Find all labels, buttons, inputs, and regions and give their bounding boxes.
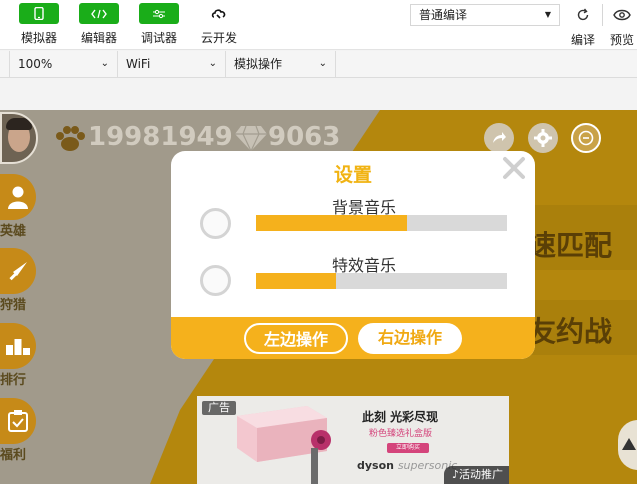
simulate-action-select[interactable]: 模拟操作 ⌄ — [226, 51, 336, 77]
simulator-options-bar: 100% ⌄ WiFi ⌄ 模拟操作 ⌄ — [0, 51, 637, 78]
sfx-slider[interactable] — [256, 273, 507, 289]
chat-bubble-icon — [578, 130, 594, 146]
sidebar-item-welfare[interactable]: 福利 — [0, 398, 36, 463]
friend-battle-text[interactable]: 友约战 — [528, 310, 612, 350]
paw-coin-icon — [56, 126, 85, 151]
chat-button[interactable] — [571, 123, 601, 153]
sidebar-label: 排行 — [0, 373, 27, 388]
bgm-toggle[interactable] — [200, 208, 231, 239]
cloud-icon — [199, 3, 239, 24]
zoom-value: 100% — [18, 57, 53, 71]
ad-brand: dyson supersonic — [357, 459, 457, 472]
preview-button[interactable]: 预览 — [604, 4, 637, 48]
refresh-icon — [565, 4, 601, 26]
compile-mode-select[interactable]: 普通编译 ▼ — [410, 4, 560, 26]
sidebar-item-heroes[interactable]: 英雄 — [0, 174, 36, 239]
zoom-select[interactable]: 100% ⌄ — [10, 51, 118, 77]
left-control-button[interactable]: 左边操作 — [244, 323, 348, 354]
coin-count: 19981949 — [88, 122, 233, 152]
sidebar-item-hunting[interactable]: 狩猎 — [0, 248, 36, 313]
close-icon[interactable] — [501, 155, 527, 181]
simulator-button[interactable]: 模拟器 — [16, 3, 62, 46]
ad-cta-button[interactable]: 立即购买 — [387, 443, 429, 453]
sfx-toggle[interactable] — [200, 265, 231, 296]
simulate-action-value: 模拟操作 — [234, 57, 283, 71]
music-note-icon: ♪ — [451, 468, 459, 481]
sfx-slider-fill — [256, 273, 337, 289]
cloud-dev-label: 云开发 — [200, 31, 237, 45]
editor-button[interactable]: 编辑器 — [76, 3, 122, 46]
ide-toolbar: 模拟器 编辑器 调试器 云开发 普通编译 ▼ 编译 预览 — [0, 0, 637, 50]
podium-icon — [0, 323, 36, 369]
sidebar-label: 狩猎 — [0, 298, 27, 313]
person-icon — [0, 174, 36, 220]
caret-down-icon: ▼ — [544, 10, 551, 19]
sidebar-item-ranking[interactable]: 排行 — [0, 323, 36, 388]
ad-banner[interactable]: 广告 此刻 光彩尽现 粉色臻选礼盒版 立即购买 dyson supersonic… — [197, 396, 509, 484]
share-icon — [493, 132, 506, 143]
ad-headline: 此刻 光彩尽现 — [362, 410, 439, 424]
options-spacer — [0, 51, 10, 77]
network-select[interactable]: WiFi ⌄ — [118, 51, 226, 77]
ad-subline: 粉色臻选礼盒版 — [369, 429, 433, 439]
debugger-label: 调试器 — [140, 31, 177, 45]
chevron-down-icon: ⌄ — [318, 58, 327, 69]
diamond-icon — [235, 125, 267, 152]
cloud-dev-button[interactable]: 云开发 — [196, 3, 242, 46]
settings-dialog: 设置 背景音乐 特效音乐 左边操作 右边操作 — [171, 151, 535, 359]
sliders-icon — [139, 3, 179, 24]
preview-label: 预览 — [609, 33, 634, 47]
debugger-button[interactable]: 调试器 — [136, 3, 182, 46]
chevron-down-icon: ⌄ — [208, 58, 217, 69]
ad-brand-name: dyson — [357, 459, 394, 472]
ad-promo-label[interactable]: ♪活动推广 — [443, 466, 509, 484]
diamond-count: 9063 — [268, 122, 341, 152]
dagger-icon — [0, 248, 36, 294]
quick-match-text[interactable]: 速匹配 — [528, 224, 612, 264]
dialog-title: 设置 — [333, 164, 372, 186]
gear-icon — [534, 129, 552, 147]
compile-button[interactable]: 编译 — [565, 4, 601, 48]
bgm-slider[interactable] — [256, 215, 507, 231]
arrow-up-icon — [622, 438, 636, 450]
bgm-slider-fill — [256, 215, 407, 231]
sidebar-label: 英雄 — [0, 224, 27, 239]
compile-mode-value: 普通编译 — [419, 8, 468, 22]
toolbar-divider — [602, 4, 603, 26]
eye-icon — [604, 4, 637, 26]
dialog-footer: 左边操作 右边操作 — [171, 317, 535, 359]
right-control-button[interactable]: 右边操作 — [358, 323, 462, 354]
phone-icon — [19, 3, 59, 24]
settings-button[interactable] — [528, 123, 558, 153]
checklist-icon — [0, 398, 36, 444]
sidebar-label: 福利 — [0, 448, 27, 463]
compile-label: 编译 — [570, 33, 595, 47]
simulator-label: 模拟器 — [20, 31, 57, 45]
ad-tag: 广告 — [202, 401, 236, 415]
code-icon — [79, 3, 119, 24]
ad-promo-text: 活动推广 — [459, 468, 503, 481]
editor-label: 编辑器 — [80, 31, 117, 45]
chevron-down-icon: ⌄ — [100, 58, 109, 69]
share-button[interactable] — [484, 123, 514, 153]
network-value: WiFi — [126, 57, 151, 71]
